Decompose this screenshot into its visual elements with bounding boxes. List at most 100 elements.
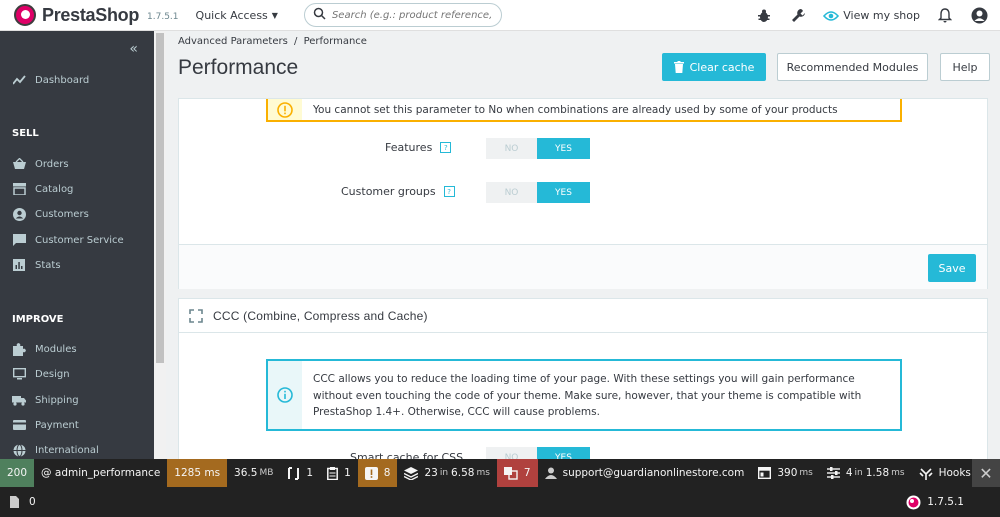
prestashop-logo-icon [906, 495, 921, 509]
quick-access-dropdown[interactable]: Quick Access ▼ [196, 9, 278, 22]
switch-no[interactable]: NO [486, 138, 537, 159]
alert-icon [364, 466, 378, 480]
sidebar-item-label: Dashboard [35, 74, 90, 86]
customer-groups-switch[interactable]: NO YES [486, 182, 590, 203]
account-circle-icon [12, 207, 26, 221]
sidebar-item-international[interactable]: International [12, 443, 99, 457]
account-avatar-icon[interactable] [970, 7, 988, 25]
breadcrumb-parent[interactable]: Advanced Parameters [178, 36, 288, 47]
queries-count: 23 [424, 467, 438, 479]
memory-value: 36.5 [234, 467, 258, 479]
sidebar-item-customer-service[interactable]: Customer Service [12, 233, 124, 247]
switch-no[interactable]: NO [486, 182, 537, 203]
logs-item[interactable]: 1 [320, 459, 358, 487]
globe-icon [12, 443, 26, 457]
basket-icon [12, 157, 26, 171]
sidebar-item-label: Catalog [35, 183, 74, 195]
sidebar-item-label: Orders [35, 158, 69, 170]
layers-icon [404, 466, 419, 480]
search-box[interactable] [303, 3, 502, 27]
alerts-item[interactable]: 8 [357, 459, 398, 487]
sidebar-item-modules[interactable]: Modules [12, 342, 77, 356]
sidebar-item-dashboard[interactable]: Dashboard [12, 73, 89, 87]
queries-in: in [439, 468, 449, 478]
switch-yes[interactable]: YES [537, 447, 590, 459]
user-item[interactable]: support@guardianonlinestore.com [538, 459, 752, 487]
sidebar-item-label: Stats [35, 259, 61, 271]
eye-icon [823, 10, 840, 21]
sliders-icon [826, 467, 840, 479]
sidebar-item-label: Design [35, 368, 70, 380]
file-icon [10, 496, 19, 508]
hook-icon [919, 467, 933, 480]
version-label: 1.7.5.1 [147, 12, 179, 22]
symfony-debug-toolbar: 200 @ admin_performance 1285 ms 36.5 MB … [0, 459, 1000, 487]
scrollbar-thumb[interactable] [156, 33, 164, 363]
sidebar-item-shipping[interactable]: Shipping [12, 393, 79, 407]
prestashop-version-item[interactable]: 1.7.5.1 [906, 495, 964, 510]
render-time-item[interactable]: 390 ms [751, 459, 820, 487]
switch-yes[interactable]: YES [537, 138, 590, 159]
info-alert: CCC allows you to reduce the loading tim… [266, 359, 902, 431]
panel-ccc: CCC (Combine, Compress and Cache) CCC al… [178, 298, 988, 459]
request-time-item[interactable]: 1285 ms [167, 459, 228, 487]
quick-access-label: Quick Access [195, 8, 268, 22]
help-button[interactable]: Help [940, 53, 990, 81]
sidebar-item-design[interactable]: Design [12, 367, 70, 381]
close-toolbar-icon[interactable]: ✕ [972, 459, 1000, 487]
notifications-bell-icon[interactable] [936, 7, 954, 25]
panel-optional-features: You cannot set this parameter to No when… [178, 98, 988, 289]
sidebar-scrollbar[interactable] [154, 31, 166, 459]
panel-footer: Save [179, 244, 987, 289]
info-icon [268, 361, 302, 429]
sidebar-item-customers[interactable]: Customers [12, 207, 89, 221]
switch-yes[interactable]: YES [537, 182, 590, 203]
memory-unit: MB [259, 468, 274, 478]
view-my-shop-link[interactable]: View my shop [823, 9, 920, 22]
status-code: 200 [7, 467, 28, 479]
collapse-sidebar-icon[interactable]: « [129, 41, 138, 57]
section-sell: SELL [12, 128, 39, 139]
clear-cache-button[interactable]: Clear cache [662, 53, 766, 81]
features-switch[interactable]: NO YES [486, 138, 590, 159]
exceptions-item[interactable]: 7 [496, 459, 538, 487]
help-question-icon[interactable]: ? [440, 142, 452, 153]
bottom-status-bar: 0 1.7.5.1 [0, 487, 1000, 517]
help-question-icon[interactable]: ? [443, 186, 455, 197]
sidebar-item-label: International [35, 444, 99, 456]
switch-no[interactable]: NO [486, 447, 537, 459]
render-unit: ms [799, 468, 813, 478]
features-label: Features [385, 141, 433, 154]
events-item[interactable]: 4 in 1.58 ms [820, 459, 912, 487]
breadcrumb-separator: / [294, 36, 298, 47]
queries-unit: ms [476, 468, 490, 478]
breadcrumb-current: Performance [303, 36, 367, 47]
sidebar-item-stats[interactable]: Stats [12, 258, 61, 272]
sidebar-item-catalog[interactable]: Catalog [12, 182, 73, 196]
forms-item[interactable]: 1 [280, 459, 320, 487]
route-item[interactable]: @ admin_performance [34, 459, 167, 487]
render-time: 390 [777, 467, 798, 479]
prestashop-logo[interactable]: PrestaShop 1.7.5.1 [14, 4, 179, 26]
debug-bug-icon[interactable] [755, 7, 773, 25]
field-label-customer-groups: Customer groups ? [341, 185, 455, 198]
smart-cache-css-label: Smart cache for CSS [350, 451, 464, 459]
save-button[interactable]: Save [928, 254, 976, 282]
db-queries-item[interactable]: 23 in 6.58 ms [397, 459, 496, 487]
wrench-icon[interactable] [789, 7, 807, 25]
template-icon [758, 467, 772, 479]
translation-icon [503, 466, 518, 480]
status-code-badge[interactable]: 200 [0, 459, 35, 487]
sidebar-item-orders[interactable]: Orders [12, 157, 69, 171]
search-input[interactable] [331, 9, 492, 21]
recommended-modules-button[interactable]: Recommended Modules [777, 53, 928, 81]
memory-item[interactable]: 36.5 MB [227, 459, 280, 487]
sidebar-item-payment[interactable]: Payment [12, 418, 79, 432]
caret-down-icon: ▼ [271, 10, 278, 20]
smart-cache-css-switch[interactable]: NO YES [486, 447, 590, 459]
page-title: Performance [178, 56, 299, 79]
expand-icon[interactable] [189, 308, 203, 323]
sidebar-item-label: Customer Service [35, 234, 124, 246]
queries-time: 6.58 [451, 467, 475, 479]
events-time: 1.58 [865, 467, 890, 479]
